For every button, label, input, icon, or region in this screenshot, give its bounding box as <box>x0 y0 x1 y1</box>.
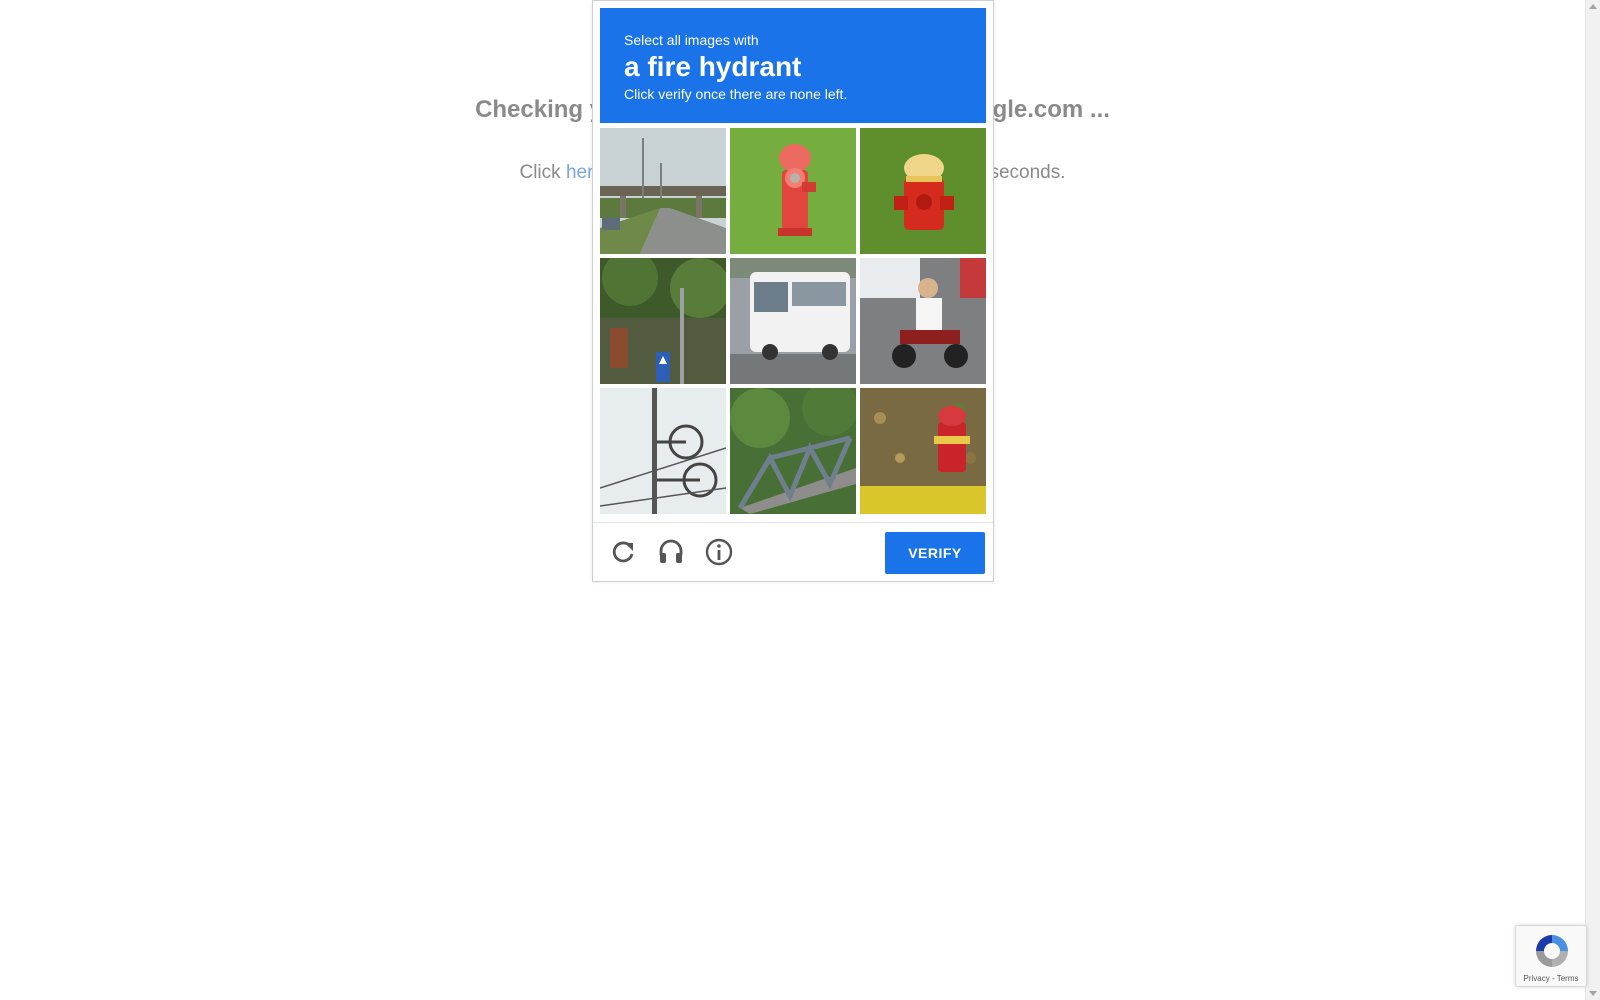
image-grid <box>600 128 986 514</box>
target-object-label: a fire hydrant <box>624 51 802 82</box>
image-tile[interactable] <box>730 388 856 514</box>
bus-image <box>730 258 856 384</box>
privacy-terms-links[interactable]: Privacy - Terms <box>1516 974 1586 983</box>
image-tile[interactable] <box>860 128 986 254</box>
image-tile[interactable] <box>600 258 726 384</box>
image-tile[interactable] <box>600 128 726 254</box>
headphones-icon[interactable] <box>656 537 686 567</box>
image-tile[interactable] <box>730 128 856 254</box>
scroll-up-arrow-icon[interactable] <box>1589 4 1597 9</box>
image-tile[interactable] <box>600 388 726 514</box>
fire-hydrant-image <box>860 388 986 514</box>
subtext-prefix: Click <box>519 162 566 183</box>
verify-button[interactable]: VERIFY <box>885 532 985 574</box>
reload-icon[interactable] <box>608 537 638 567</box>
scroll-down-arrow-icon[interactable] <box>1589 991 1597 996</box>
fire-hydrant-image <box>730 128 856 254</box>
instruction-text: Select all images with <box>624 32 759 48</box>
info-icon[interactable] <box>704 537 734 567</box>
bridge-image <box>730 388 856 514</box>
verify-hint: Click verify once there are none left. <box>624 86 848 102</box>
road-overpass-image <box>600 128 726 254</box>
fence-trees-image <box>600 258 726 384</box>
image-tile[interactable] <box>730 258 856 384</box>
vertical-scrollbar[interactable] <box>1585 0 1600 1000</box>
recaptcha-badge[interactable]: Privacy - Terms <box>1515 925 1587 987</box>
challenge-banner: Select all images with a fire hydrant Cl… <box>600 8 986 123</box>
motorcycle-image <box>860 258 986 384</box>
power-line-image <box>600 388 726 514</box>
image-tile[interactable] <box>860 388 986 514</box>
recaptcha-challenge: Select all images with a fire hydrant Cl… <box>592 0 994 582</box>
fire-hydrant-image <box>860 128 986 254</box>
recaptcha-logo-icon <box>1536 935 1568 967</box>
challenge-footer: VERIFY <box>593 522 993 581</box>
image-tile[interactable] <box>860 258 986 384</box>
